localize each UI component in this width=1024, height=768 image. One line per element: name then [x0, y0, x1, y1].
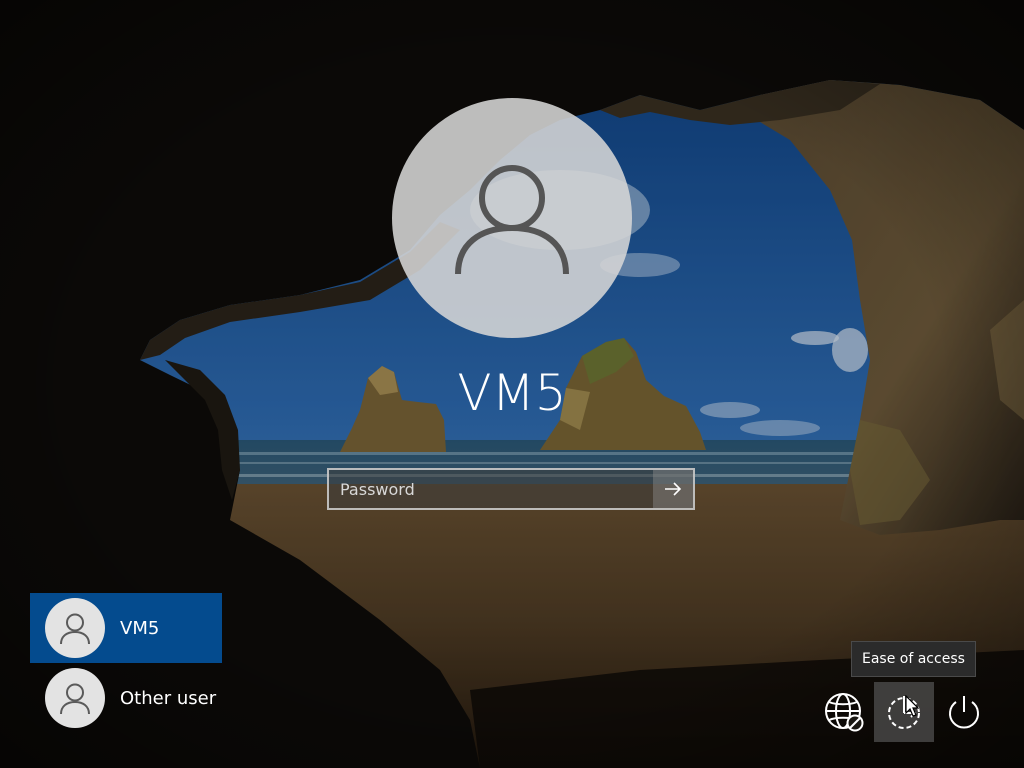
user-list-item-other-user[interactable]: Other user — [30, 663, 222, 733]
username-title: VM5 — [457, 364, 567, 422]
user-icon — [60, 683, 90, 715]
user-list-name: VM5 — [120, 617, 160, 639]
user-icon — [60, 613, 90, 645]
network-button[interactable] — [814, 682, 874, 742]
user-avatar-icon — [455, 165, 569, 275]
password-input[interactable] — [329, 470, 653, 508]
user-list-item-vm5[interactable]: VM5 — [30, 593, 222, 663]
power-icon — [949, 696, 979, 729]
ease-of-access-tooltip: Ease of access — [851, 641, 976, 677]
ease-of-access-button[interactable] — [874, 682, 934, 742]
user-list-name: Other user — [120, 687, 217, 709]
user-list-avatar — [45, 668, 105, 728]
lock-screen: VM5 VM5 Other user Ease of access — [0, 0, 1024, 768]
submit-button[interactable] — [653, 470, 693, 508]
password-field-container — [327, 468, 695, 510]
globe-network-icon — [825, 693, 864, 732]
arrow-right-icon — [665, 482, 682, 496]
user-list-avatar — [45, 598, 105, 658]
user-avatar — [392, 98, 632, 338]
mouse-cursor-icon — [905, 695, 919, 717]
power-button[interactable] — [934, 682, 994, 742]
